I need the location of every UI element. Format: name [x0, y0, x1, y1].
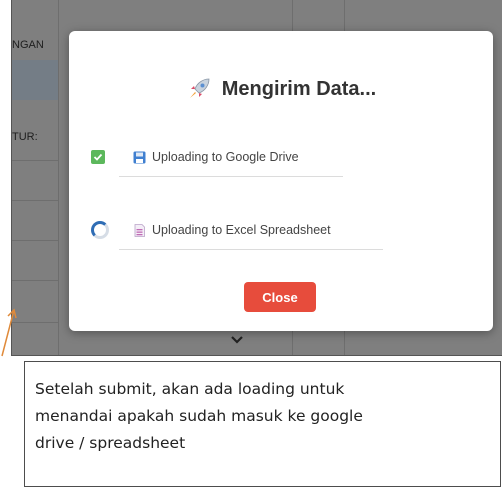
row-divider: [119, 249, 383, 250]
spreadsheet-icon: [134, 223, 145, 237]
row-divider: [119, 176, 343, 177]
rocket-icon: [189, 78, 210, 98]
upload-status-row-excel: [91, 218, 109, 242]
upload-label-google-drive: Uploading to Google Drive: [133, 145, 299, 169]
chevron-down-icon[interactable]: [230, 333, 244, 347]
background-divider: [12, 160, 58, 161]
callout-arrow-icon: [1, 308, 17, 357]
disk-icon: [133, 151, 146, 163]
background-label: TUR:: [12, 131, 38, 143]
background-label: NGAN: [12, 39, 44, 51]
upload-label-excel: Uploading to Excel Spreadsheet: [133, 218, 331, 242]
close-button[interactable]: Close: [244, 282, 316, 312]
modal-title: Mengirim Data...: [69, 76, 493, 102]
background-header-band: [12, 60, 58, 100]
check-icon: [91, 150, 105, 164]
annotation-text: Setelah submit, akan ada loading untuk m…: [35, 380, 363, 452]
modal-title-text: Mengirim Data...: [221, 77, 377, 100]
upload-label-text: Uploading to Google Drive: [152, 150, 299, 164]
upload-progress-modal: Mengirim Data... Uploading to Google Dri…: [69, 31, 493, 331]
upload-status-row-google-drive: [91, 145, 105, 169]
background-divider: [12, 280, 58, 281]
background-divider: [12, 240, 58, 241]
background-divider: [12, 200, 58, 201]
app-screen-dimmed: NGAN TUR: Mengirim Data... Uploading to …: [11, 0, 502, 356]
background-divider: [58, 0, 59, 355]
upload-label-text: Uploading to Excel Spreadsheet: [152, 223, 331, 237]
annotation-callout: Setelah submit, akan ada loading untuk m…: [24, 361, 501, 487]
spinner-icon: [91, 221, 109, 239]
